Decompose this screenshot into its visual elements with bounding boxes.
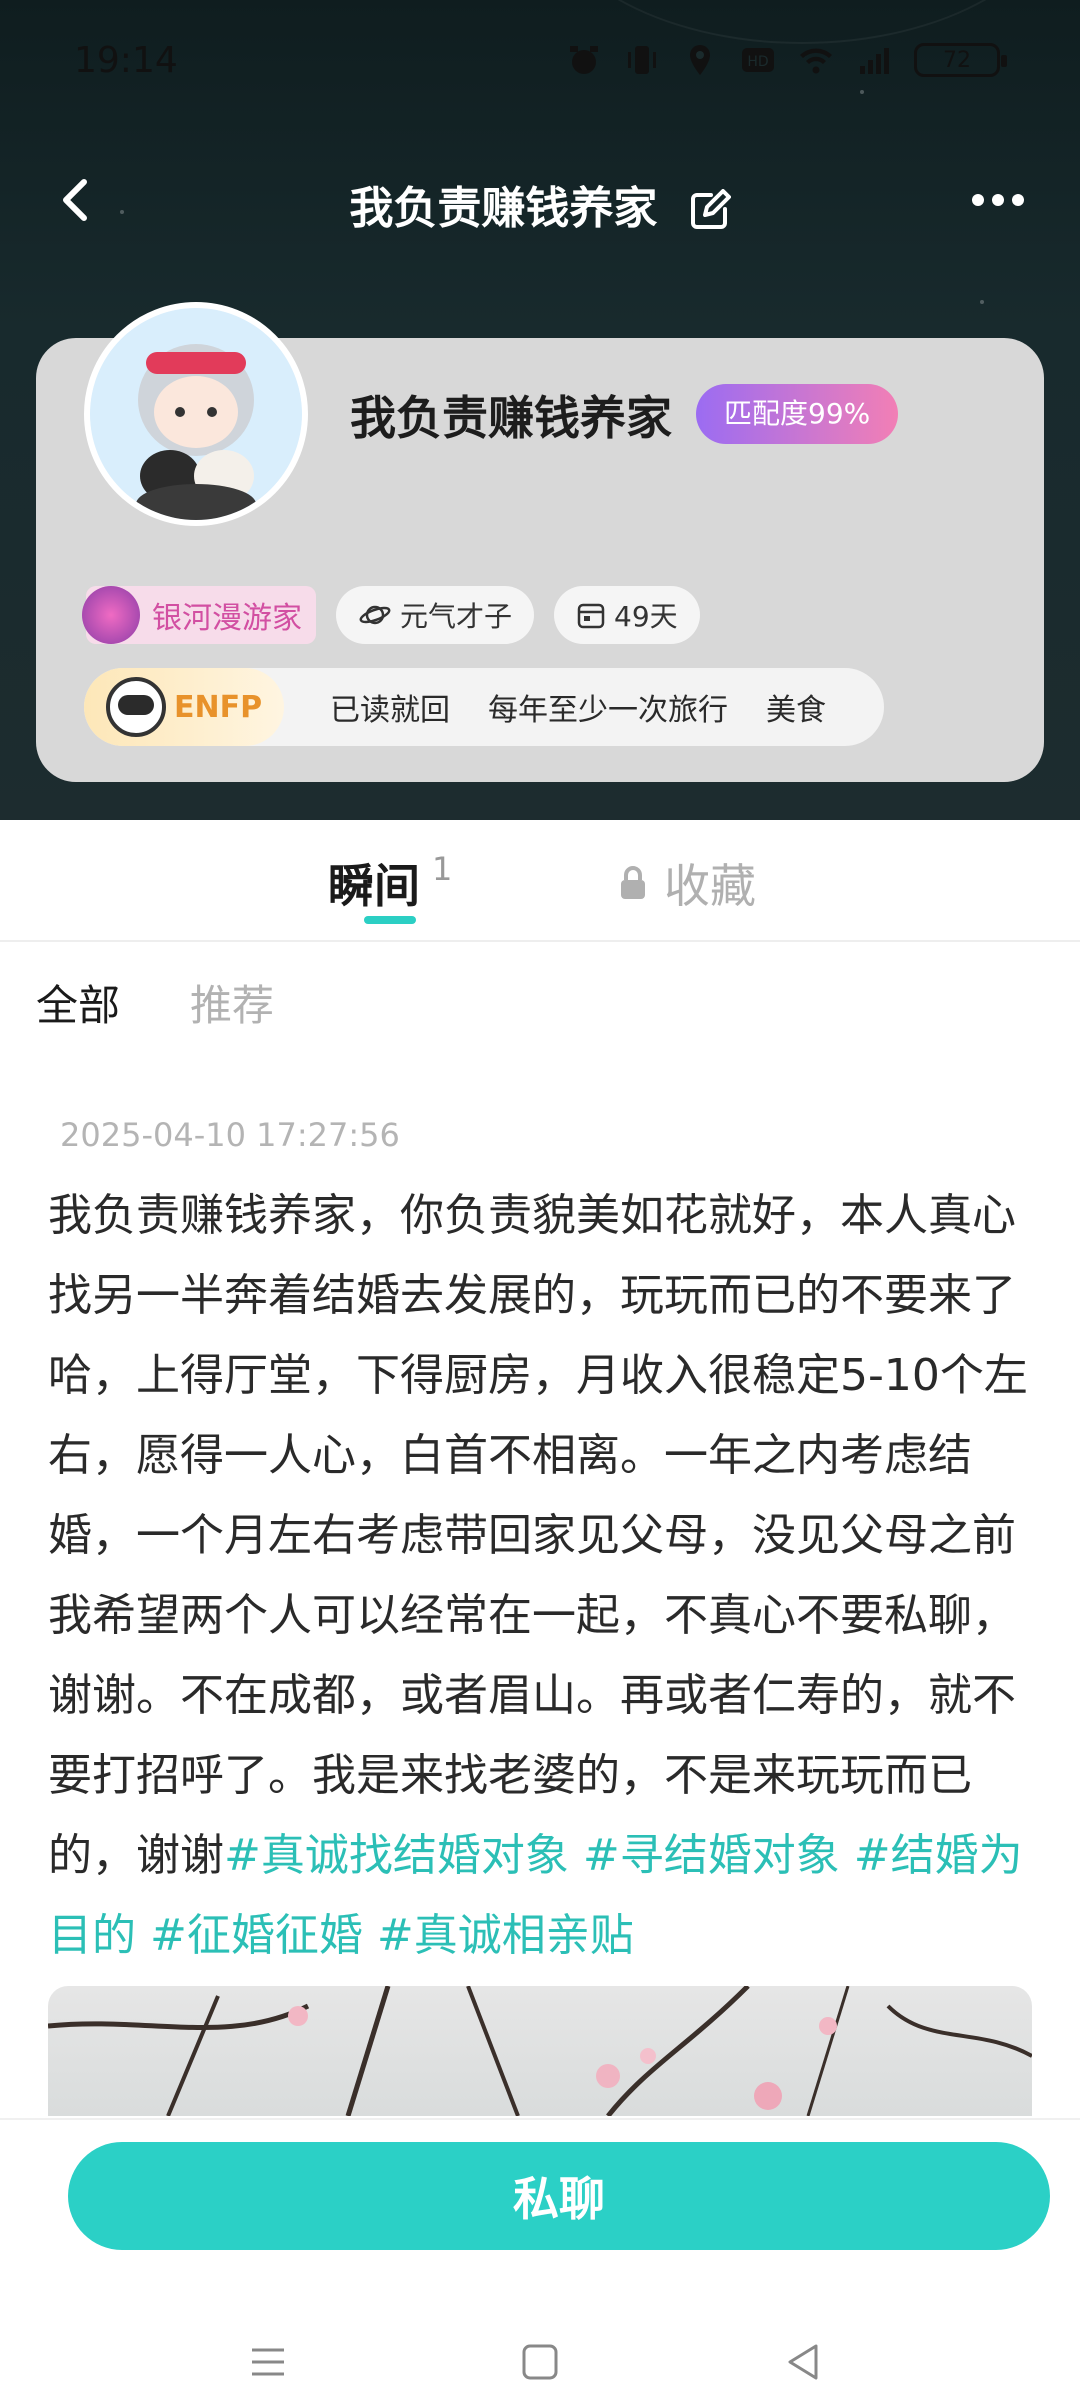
status-time: 19:14 [74, 40, 178, 81]
calendar-icon [577, 603, 605, 629]
planet-icon [359, 605, 391, 625]
lock-icon [621, 866, 645, 899]
trait-chip[interactable]: 元气才子 [336, 586, 535, 644]
tab-moments-label: 瞬间 [328, 859, 420, 913]
filter-tabs: 全部 推荐 [36, 972, 274, 1033]
home-icon[interactable] [518, 2340, 562, 2384]
trait-chip-label: 元气才子 [400, 600, 513, 633]
post-image[interactable] [48, 1986, 1032, 2116]
tag-item[interactable]: 每年至少一次旅行 [488, 685, 728, 729]
tag-item[interactable]: 美食 [766, 685, 826, 729]
mbti-label: ENFP [174, 689, 263, 725]
mbti-badge[interactable]: ENFP [84, 668, 284, 746]
filter-recommended[interactable]: 推荐 [190, 981, 274, 1030]
post-date: 2025-04-10 17:27:56 [60, 1116, 400, 1154]
tab-favorites-label: 收藏 [664, 859, 756, 913]
hd-icon: HD [742, 48, 774, 72]
page-title: 我负责赚钱养家 [0, 172, 1080, 236]
status-bar: 19:14 HD 72 [0, 30, 1080, 100]
battery-indicator: 72 [914, 43, 1007, 77]
tab-moments[interactable]: 瞬间 1 [328, 850, 452, 916]
days-chip-label: 49天 [614, 600, 678, 633]
top-nav: 我负责赚钱养家 [0, 150, 1080, 250]
tab-favorites[interactable]: 收藏 [618, 850, 756, 916]
alarm-icon [570, 46, 598, 74]
private-chat-button[interactable]: 私聊 [68, 2142, 1050, 2250]
active-tab-indicator [364, 916, 416, 924]
system-nav-bar [0, 2330, 1080, 2390]
match-badge: 匹配度99% [696, 384, 899, 444]
blossom-branches-image [48, 1986, 1032, 2116]
wifi-icon [800, 48, 832, 74]
avatar[interactable] [84, 302, 308, 526]
tab-moments-count: 1 [432, 850, 453, 888]
tag-item[interactable]: 已读就回 [330, 685, 450, 729]
signal-icon [860, 48, 889, 74]
avatar-illustration [90, 308, 302, 520]
filter-all[interactable]: 全部 [36, 981, 120, 1030]
location-icon [690, 45, 710, 75]
profile-tags: ENFP 已读就回 每年至少一次旅行 美食 [84, 668, 884, 746]
bottom-bar: 私聊 [0, 2118, 1080, 2402]
galaxy-badge-icon [82, 586, 140, 644]
post-text: 我负责赚钱养家，你负责貌美如花就好，本人真心找另一半奔着结婚去发展的，玩玩而已的… [48, 1176, 1042, 1976]
edit-icon[interactable] [687, 189, 731, 233]
content-tabs: 瞬间 1 收藏 [0, 820, 1080, 942]
svg-text:HD: HD [747, 54, 768, 70]
profile-name: 我负责赚钱养家 [350, 391, 672, 445]
page-title-text: 我负责赚钱养家 [349, 183, 658, 234]
battery-level: 72 [943, 47, 971, 73]
vibrate-icon [628, 46, 656, 74]
astronaut-icon [106, 677, 166, 737]
decor-star [980, 300, 984, 304]
galaxy-badge[interactable]: 银河漫游家 [82, 586, 316, 644]
days-chip[interactable]: 49天 [554, 586, 700, 644]
post-body: 我负责赚钱养家，你负责貌美如花就好，本人真心找另一半奔着结婚去发展的，玩玩而已的… [48, 1190, 1028, 1881]
back-icon[interactable] [782, 2340, 826, 2384]
more-icon[interactable] [972, 180, 1032, 220]
menu-icon[interactable] [246, 2340, 290, 2384]
galaxy-badge-label: 银河漫游家 [152, 601, 302, 636]
